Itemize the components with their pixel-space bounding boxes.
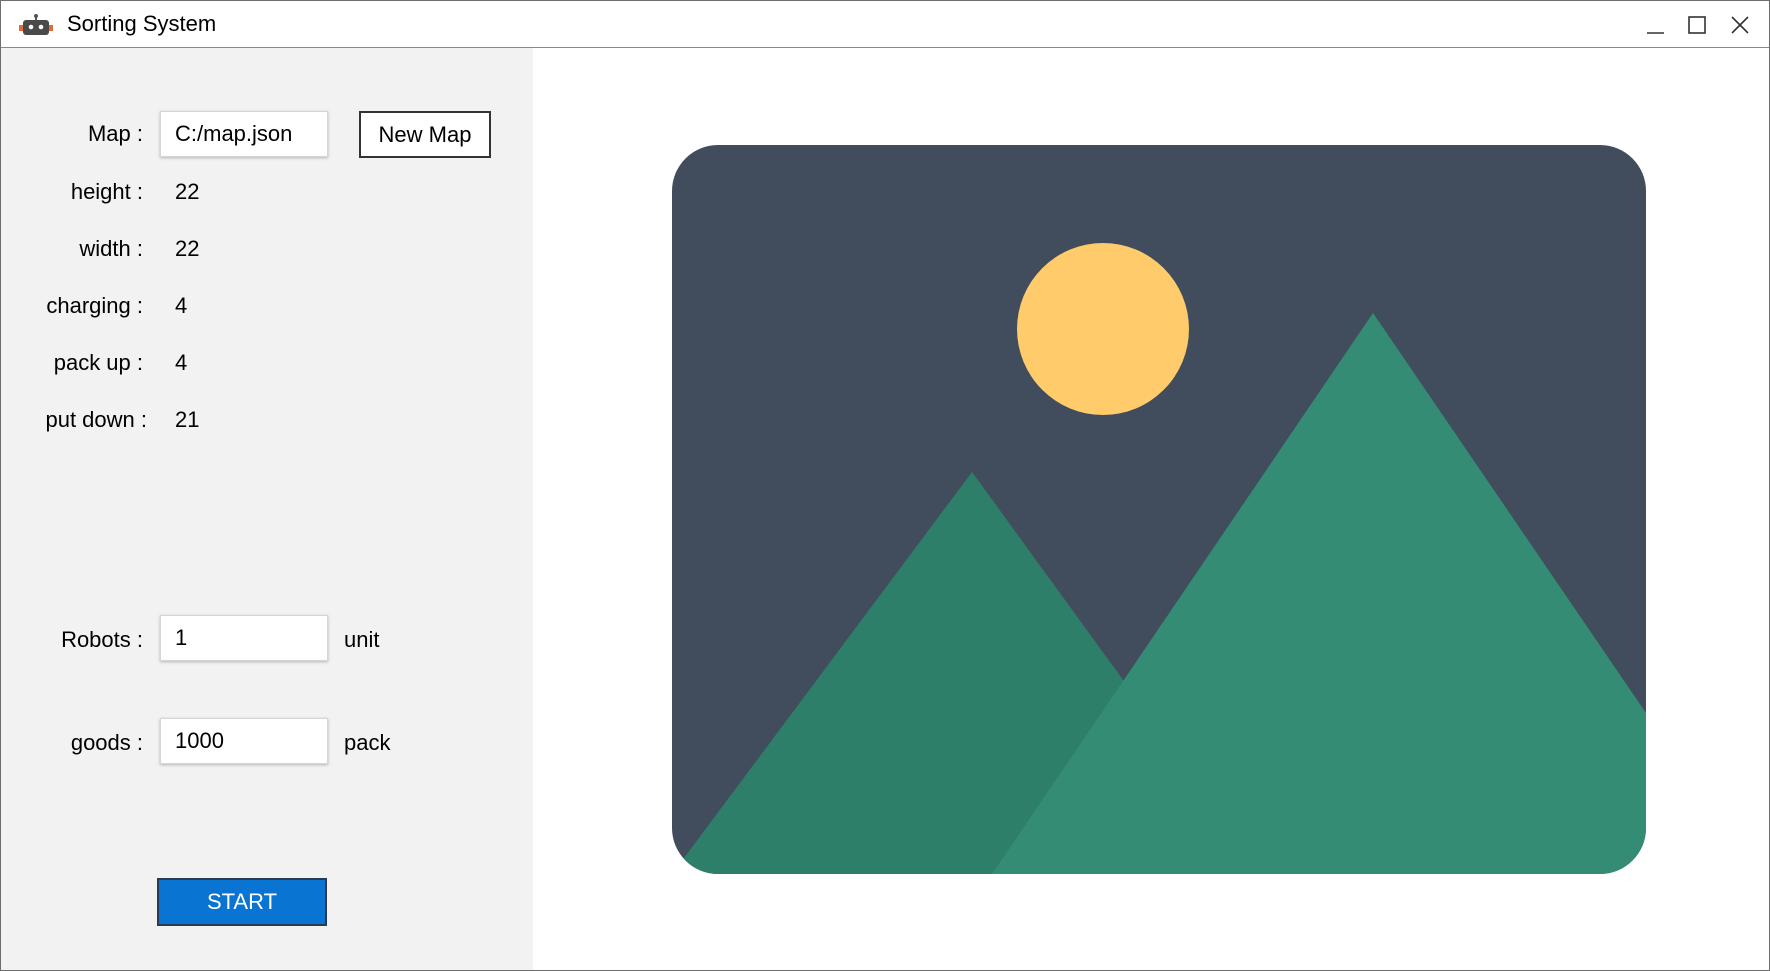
height-value: 22 bbox=[175, 179, 200, 204]
image-placeholder-icon bbox=[672, 145, 1646, 874]
width-value: 22 bbox=[175, 236, 200, 261]
main-window: Sorting System Map : New Map height : 22… bbox=[0, 0, 1770, 971]
maximize-icon bbox=[1688, 16, 1706, 34]
new-map-button[interactable]: New Map bbox=[359, 111, 491, 158]
put-down-value: 21 bbox=[175, 407, 200, 432]
pack-up-label: pack up : bbox=[53, 350, 143, 375]
goods-label: goods : bbox=[70, 730, 143, 755]
goods-unit: pack bbox=[344, 730, 391, 755]
robot-icon bbox=[19, 14, 53, 35]
maximize-button[interactable] bbox=[1677, 5, 1717, 45]
robots-field[interactable] bbox=[160, 615, 328, 661]
width-label: width : bbox=[79, 236, 143, 261]
minimize-icon bbox=[1647, 32, 1664, 34]
minimize-button[interactable] bbox=[1635, 5, 1675, 45]
map-label: Map : bbox=[87, 121, 143, 146]
preview-sun bbox=[1017, 243, 1189, 415]
window-title: Sorting System bbox=[67, 11, 217, 36]
title-bar[interactable]: Sorting System bbox=[1, 1, 1769, 48]
height-label: height : bbox=[70, 179, 143, 204]
charging-value: 4 bbox=[175, 293, 188, 318]
start-button[interactable]: START bbox=[157, 878, 327, 926]
charging-label: charging : bbox=[46, 293, 143, 318]
put-down-label: put down : bbox=[45, 407, 147, 432]
robots-unit: unit bbox=[344, 627, 380, 652]
goods-field[interactable] bbox=[160, 718, 328, 764]
robots-label: Robots : bbox=[61, 627, 143, 652]
map-path-field[interactable] bbox=[160, 111, 328, 157]
close-button[interactable] bbox=[1720, 5, 1760, 45]
pack-up-value: 4 bbox=[175, 350, 188, 375]
close-icon bbox=[1731, 16, 1749, 34]
